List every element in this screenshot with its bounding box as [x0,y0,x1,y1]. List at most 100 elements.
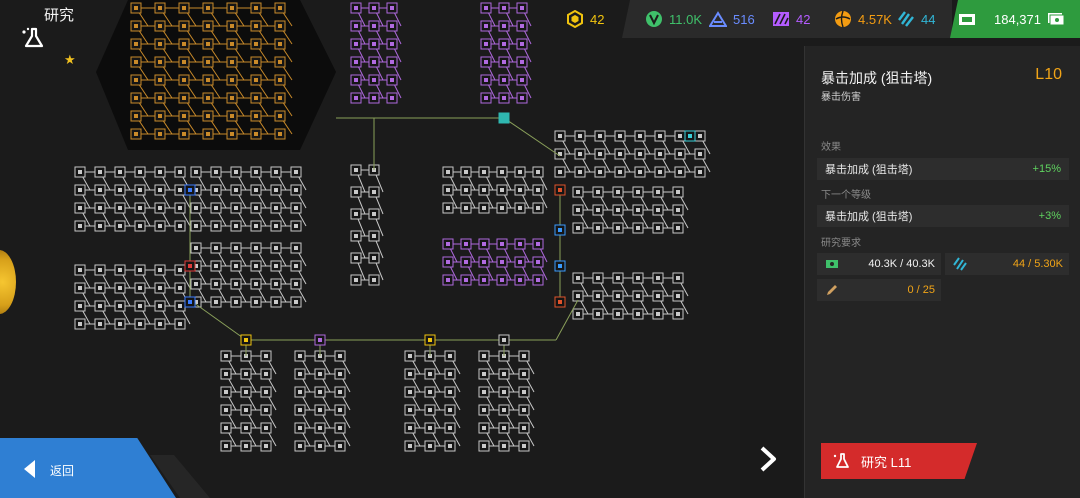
research-node[interactable] [516,56,528,68]
resource-cash[interactable]: 184,371 [958,6,1065,32]
research-node[interactable] [460,274,472,286]
research-node[interactable] [210,220,222,232]
research-node[interactable] [250,92,262,104]
research-node[interactable] [444,404,456,416]
research-node[interactable] [230,242,242,254]
research-node[interactable] [350,186,362,198]
research-node[interactable] [240,440,252,452]
research-node[interactable] [74,166,86,178]
research-node[interactable] [270,278,282,290]
research-node[interactable] [250,38,262,50]
research-node[interactable] [240,404,252,416]
research-node[interactable] [498,20,510,32]
research-node[interactable] [154,56,166,68]
research-node[interactable] [368,38,380,50]
research-node[interactable] [478,256,490,268]
research-node[interactable] [270,166,282,178]
research-node[interactable] [134,184,146,196]
research-node[interactable] [404,404,416,416]
research-node[interactable] [350,2,362,14]
research-node[interactable] [442,184,454,196]
research-node[interactable] [634,130,646,142]
research-node[interactable] [290,278,302,290]
research-node[interactable] [514,256,526,268]
research-node[interactable] [210,260,222,272]
research-node[interactable] [240,334,252,346]
research-node[interactable] [574,148,586,160]
resource-cyan-stripes[interactable]: 44 [897,6,935,32]
research-node[interactable] [178,128,190,140]
research-node[interactable] [694,148,706,160]
research-node[interactable] [574,166,586,178]
research-node[interactable] [154,74,166,86]
research-node[interactable] [174,166,186,178]
research-node[interactable] [694,166,706,178]
research-node[interactable] [514,274,526,286]
research-node[interactable] [442,274,454,286]
research-node[interactable] [368,56,380,68]
research-node[interactable] [174,184,186,196]
resource-orange-ball[interactable]: 4.57K [834,6,892,32]
research-node[interactable] [480,92,492,104]
research-node[interactable] [424,422,436,434]
research-node[interactable] [592,308,604,320]
research-node[interactable] [386,38,398,50]
research-node[interactable] [478,386,490,398]
research-node[interactable] [190,166,202,178]
research-node[interactable] [442,166,454,178]
research-node[interactable] [274,38,286,50]
research-node[interactable] [114,220,126,232]
research-node[interactable] [130,74,142,86]
research-node[interactable] [518,368,530,380]
research-node[interactable] [498,2,510,14]
research-node[interactable] [290,242,302,254]
research-node[interactable] [290,296,302,308]
research-node[interactable] [174,282,186,294]
research-node[interactable] [250,242,262,254]
research-node[interactable] [154,110,166,122]
research-node[interactable] [294,422,306,434]
research-node[interactable] [654,130,666,142]
research-node[interactable] [572,290,584,302]
research-node[interactable] [634,148,646,160]
research-node[interactable] [250,202,262,214]
research-node[interactable] [632,272,644,284]
research-node[interactable] [74,184,86,196]
research-node[interactable] [154,220,166,232]
research-node[interactable] [424,440,436,452]
research-node[interactable] [174,318,186,330]
research-node[interactable] [444,440,456,452]
research-node[interactable] [496,256,508,268]
research-node[interactable] [498,334,510,346]
research-node[interactable] [202,110,214,122]
research-node[interactable] [94,184,106,196]
research-node[interactable] [226,92,238,104]
research-node[interactable] [334,440,346,452]
research-node[interactable] [480,2,492,14]
research-node[interactable] [572,222,584,234]
research-node[interactable] [174,264,186,276]
research-node[interactable] [334,422,346,434]
research-node[interactable] [114,318,126,330]
research-node[interactable] [178,2,190,14]
research-node[interactable] [442,202,454,214]
research-node[interactable] [554,184,566,196]
research-node[interactable] [514,238,526,250]
research-node[interactable] [554,296,566,308]
research-node[interactable] [460,184,472,196]
research-node[interactable] [518,422,530,434]
research-node[interactable] [612,222,624,234]
research-node[interactable] [134,282,146,294]
research-node[interactable] [226,20,238,32]
research-node[interactable] [94,282,106,294]
research-node[interactable] [516,2,528,14]
research-node[interactable] [250,128,262,140]
research-node[interactable] [368,252,380,264]
research-node[interactable] [350,164,362,176]
research-node[interactable] [190,242,202,254]
research-node[interactable] [74,318,86,330]
research-node[interactable] [270,260,282,272]
research-node[interactable] [174,220,186,232]
research-node[interactable] [114,166,126,178]
research-node[interactable] [260,440,272,452]
